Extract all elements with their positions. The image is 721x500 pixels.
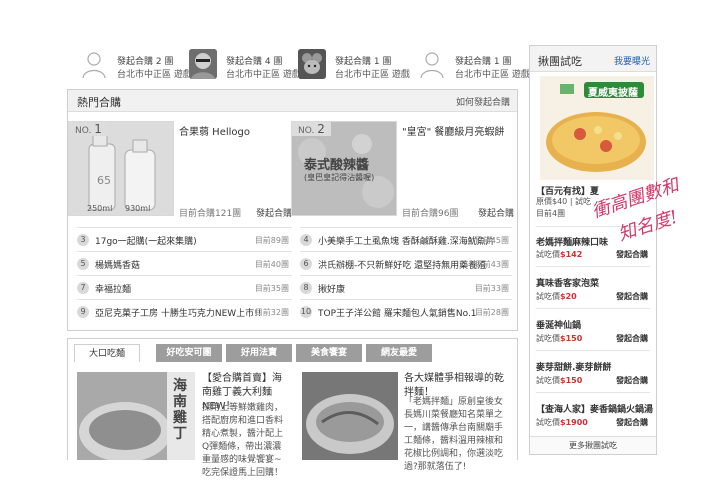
featured-product-image[interactable]: NO. 2 泰式酸辣醬 (皇巴皇記得沾醬喔) — [291, 121, 397, 216]
list-item[interactable]: 3 17go一起購(一起來集購) 目前89團 — [77, 227, 292, 251]
start-group-button[interactable]: 發起合購 — [478, 206, 514, 219]
tasting-item-title[interactable]: 麥芽甜餅.麥芽餅餅 — [536, 360, 611, 373]
panel-header: 揪團試吃 我要曝光 — [530, 46, 656, 72]
user-location: 台北市中正區 遊戲 — [226, 70, 301, 80]
tasting-price: 試吃價$150 — [536, 376, 583, 385]
volume-label: 930ml — [125, 204, 151, 213]
user-avatar-photo — [298, 49, 326, 79]
tasting-panel: 揪團試吃 我要曝光 夏威夷披薩 【百元有找】夏 原價$40 | 試吃 目前4團 … — [529, 45, 657, 455]
user-avatar-photo — [189, 49, 217, 79]
list-item[interactable]: 6 洪氏辦棚-不只新鮮好吃 還堅持無用藥養殖 目前43團 — [300, 251, 512, 275]
tasting-price: 試吃價$20 — [536, 292, 577, 301]
rank-badge: NO. 2 — [292, 122, 331, 136]
start-group-button[interactable]: 發起合購 — [616, 375, 648, 386]
user-location: 台北市中正區 遊戲 — [335, 70, 410, 80]
user-card[interactable]: 發起合購 1 團 台北市中正區 遊戲 — [418, 48, 538, 84]
start-group-button[interactable]: 發起合購 — [256, 206, 292, 219]
volume-label: 250ml — [87, 204, 113, 213]
list-item[interactable]: 8 揪好康 目前33團 — [300, 275, 512, 299]
start-group-button[interactable]: 發起合購 — [616, 333, 648, 344]
start-group-button[interactable]: 發起合購 — [616, 249, 648, 260]
tab-favorites[interactable]: 網友最愛 — [366, 344, 432, 362]
list-item[interactable]: 10 TOP王子洋公館 羅宋麵包人氣銷售No.1 目前28團 — [300, 299, 512, 323]
tasting-price: 試吃價$142 — [536, 250, 583, 259]
tasting-item-title[interactable]: 【查海人家】麥香鍋鍋火鍋湯 — [536, 402, 653, 415]
user-card[interactable]: 發起合購 4 團 台北市中正區 遊戲 — [189, 48, 309, 84]
list-item[interactable]: 5 楊媽媽香菇 目前40團 — [77, 251, 292, 275]
more-tasting-link[interactable]: 更多揪團試吃 — [530, 436, 656, 454]
tab-noodles[interactable]: 大口吃麵 — [74, 344, 140, 362]
hot-group-buy-panel: 熱門合購 如何發起合購 NO. 1 65 250ml 930ml 合果蒻 Hel… — [67, 89, 518, 331]
article-image-text: 海南雞丁 — [173, 378, 187, 442]
featured-title[interactable]: 合果蒻 Hellogo — [179, 123, 250, 138]
list-item[interactable]: 4 小美樂手工土虱魚塊 香酥鹹酥雞.深海魷魚片 目前45團 — [300, 227, 512, 251]
tasting-price: 試吃價$1900 — [536, 418, 588, 427]
tasting-item-title[interactable]: 真味香客家泡菜 — [536, 276, 599, 289]
panel-title: 熱門合購 — [77, 96, 121, 109]
group-count: 目前合購121團 — [179, 209, 242, 219]
user-group-count: 發起合購 2 團 — [117, 57, 174, 67]
article-image[interactable] — [302, 372, 398, 460]
tasting-item-title[interactable]: 垂涎神仙鍋 — [536, 318, 581, 331]
divider — [536, 308, 650, 309]
article-image[interactable]: 海南雞丁 — [77, 372, 195, 460]
article-body: 「老媽拌麵」原創皇後女長媽川菜餐廳知名菜單之一，講醬傳承台南關廟手工麵條，醬料溫… — [404, 397, 504, 472]
get-exposure-link[interactable]: 我要曝光 — [614, 54, 650, 67]
how-to-start-link[interactable]: 如何發起合購 — [456, 95, 510, 108]
tab-feast[interactable]: 美食饗宴 — [296, 344, 362, 362]
user-group-count: 發起合購 1 團 — [455, 57, 512, 67]
list-item[interactable]: 7 幸福拉麵 目前35團 — [77, 275, 292, 299]
featured-product-image[interactable]: NO. 1 65 250ml 930ml — [68, 121, 174, 216]
group-count: 目前合購96團 — [402, 209, 459, 219]
user-card[interactable]: 發起合購 2 團 台北市中正區 遊戲 — [80, 48, 200, 84]
panel-title: 揪團試吃 — [538, 55, 582, 68]
product-label: 65 — [97, 174, 111, 187]
user-group-count: 發起合購 1 團 — [335, 57, 392, 67]
user-location: 台北市中正區 遊戲 — [455, 70, 530, 80]
rank-badge: NO. 1 — [69, 122, 108, 136]
tab-encore[interactable]: 好吃安可團 — [156, 344, 222, 362]
panel-header: 熱門合購 如何發起合購 — [68, 90, 517, 112]
default-user-icon — [418, 49, 446, 79]
user-card[interactable]: 發起合購 1 團 台北市中正區 遊戲 — [298, 48, 418, 84]
user-group-count: 發起合購 4 團 — [226, 57, 283, 67]
start-group-button[interactable]: 發起合購 — [616, 291, 648, 302]
hero-group-count: 目前4團 — [536, 209, 566, 218]
divider — [536, 350, 650, 351]
product-sublabel: (皇巴皇記得沾醬喔) — [304, 173, 375, 182]
tasting-price: 試吃價$150 — [536, 334, 583, 343]
list-item[interactable]: 9 亞尼克菓子工房 十勝生巧克力NEW上市!! 目前32團 — [77, 299, 292, 323]
featured-pizza-image[interactable]: 夏威夷披薩 — [540, 76, 654, 180]
featured-title[interactable]: "皇宮" 餐廳級月亮蝦餅 — [402, 123, 504, 138]
default-user-icon — [80, 49, 108, 79]
handwritten-annotation: 衝高團數和 知名度! — [589, 168, 716, 248]
article-body: 採用上等鮮嫩雞肉，搭配廚房和進口香料精心煮製，醬汁配上Q彈麵條，帶出濃濃重量感的… — [202, 403, 284, 478]
product-label: 泰式酸辣醬 — [304, 158, 370, 173]
pizza-label: 夏威夷披薩 — [588, 88, 638, 99]
user-location: 台北市中正區 遊戲 — [117, 70, 192, 80]
divider — [536, 392, 650, 393]
hero-price: 原價$40 | 試吃 — [536, 197, 592, 206]
start-group-button[interactable]: 發起合購 — [616, 417, 648, 428]
divider — [536, 266, 650, 267]
tab-tools[interactable]: 好用法寶 — [226, 344, 292, 362]
